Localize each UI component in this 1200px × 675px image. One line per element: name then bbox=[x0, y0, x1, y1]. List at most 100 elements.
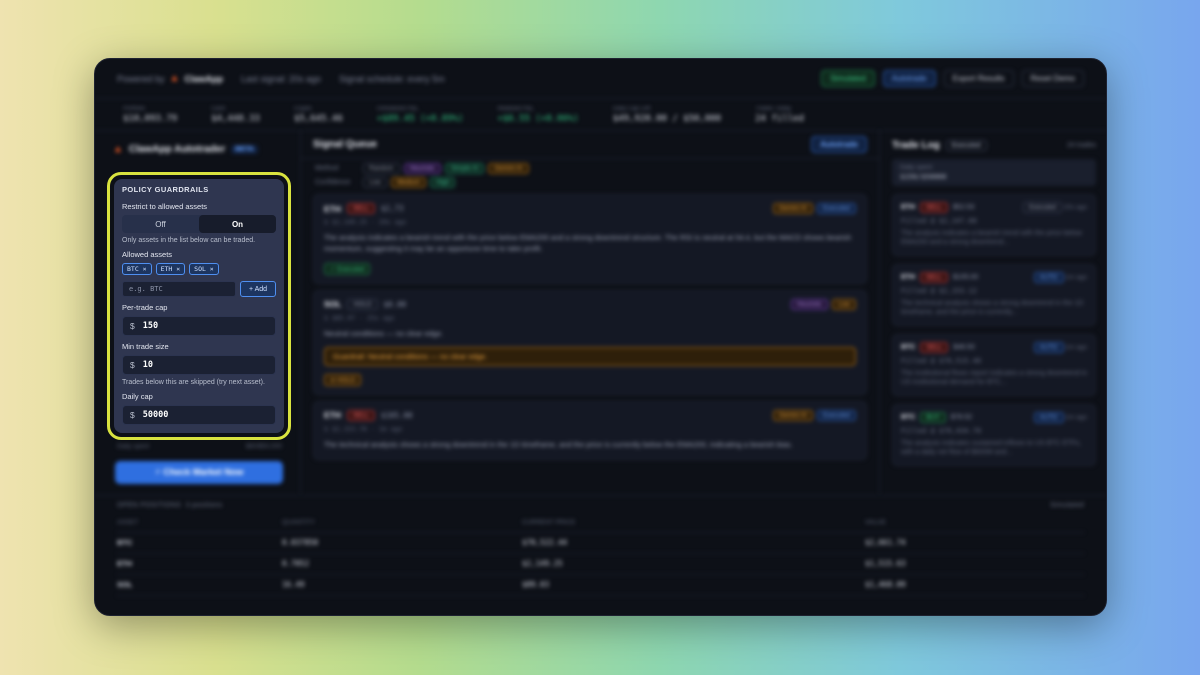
asset-chip-eth[interactable]: ETH × bbox=[155, 263, 186, 275]
signal-body: Neutral conditions — no clear edge. bbox=[324, 328, 444, 338]
col-value: VALUE bbox=[865, 514, 1084, 533]
trade-amount: $105.00 bbox=[952, 274, 979, 281]
cell-quantity: 0.037850 bbox=[282, 532, 522, 554]
trade-tag: AUTO bbox=[1033, 272, 1064, 283]
restrict-label: Restrict to allowed assets bbox=[122, 202, 208, 211]
trade-tag: AUTO bbox=[1033, 412, 1064, 423]
method-random[interactable]: Random bbox=[363, 163, 400, 174]
asset-chip-btc[interactable]: BTC × bbox=[122, 263, 152, 275]
cell-price: $70,522.44 bbox=[522, 532, 865, 554]
export-results-button[interactable]: Export Results bbox=[943, 70, 1014, 87]
daily-cap-value: 50000 bbox=[142, 410, 169, 420]
table-row[interactable]: BTC 0.037850 $70,522.44 $2,661.74 bbox=[117, 532, 1084, 554]
signal-action[interactable]: ✓ Executed bbox=[324, 262, 371, 275]
trade-log-item[interactable]: BTC BUY $78.52 AUTO 1m ago Filled @ $70,… bbox=[892, 404, 1096, 466]
daily-spent-label: Daily spent bbox=[900, 164, 933, 171]
confidence-medium[interactable]: Medium bbox=[390, 177, 427, 188]
allowed-assets-label: Allowed assets bbox=[122, 250, 173, 259]
trade-fill: Filled @ $2,153.12 bbox=[901, 287, 977, 295]
currency-symbol: $ bbox=[130, 360, 135, 370]
trade-side: SELL bbox=[920, 202, 948, 213]
trade-time: 1m ago bbox=[1065, 414, 1087, 421]
brand-name: ClawApp bbox=[184, 73, 223, 84]
trade-log-item[interactable]: ETH SELL $52.53 Executed 20s ago Filled … bbox=[892, 194, 1096, 256]
trade-tag: Executed bbox=[1022, 202, 1063, 213]
toggle-off[interactable]: Off bbox=[122, 215, 199, 233]
method-gemini-ai[interactable]: Gemini AI bbox=[488, 163, 529, 174]
signal-queue-title: Signal Queue bbox=[313, 139, 377, 150]
confidence-high[interactable]: High bbox=[430, 177, 456, 188]
signal-card[interactable]: ETH SELL $2,73 Gemini AI Executed $ $2,1… bbox=[313, 194, 867, 284]
trade-side: BUY bbox=[920, 412, 946, 423]
trade-log: Trade Log Executed 24 trades Daily spent… bbox=[892, 131, 1096, 493]
table-row[interactable]: ETH 0.7052 $2,149.25 $1,515.63 bbox=[117, 553, 1084, 575]
table-row[interactable]: SOL 16.49 $89.03 $1,468.09 bbox=[117, 574, 1084, 596]
add-asset-input[interactable]: e.g. BTC bbox=[122, 281, 236, 297]
cell-asset: SOL bbox=[117, 574, 282, 596]
signal-card[interactable]: ETH SELL $105.00 Gemini AI Executed $ $2… bbox=[313, 400, 867, 460]
trade-desc: The technical analysis shows a strong do… bbox=[901, 300, 1084, 317]
cell-value: $1,515.63 bbox=[865, 553, 1084, 575]
trade-time: 1m ago bbox=[1065, 274, 1087, 281]
signal-status-tag: Executed bbox=[816, 203, 856, 214]
trade-time: 1m ago bbox=[1065, 344, 1087, 351]
signal-symbol: ETH bbox=[324, 410, 341, 421]
stat-realized-pnl: Realized P&L +$6.55 (+0.06%) bbox=[497, 105, 579, 124]
trade-amount: $52.53 bbox=[952, 204, 975, 211]
trade-log-filter[interactable]: Executed bbox=[945, 139, 987, 151]
cell-asset: ETH bbox=[117, 553, 282, 575]
method-simple-ai[interactable]: Simple AI bbox=[444, 163, 485, 174]
toggle-on[interactable]: On bbox=[199, 215, 276, 233]
stat-crypto: Crypto $5,645.46 bbox=[293, 105, 343, 124]
confidence-label: Confidence bbox=[315, 179, 351, 186]
min-trade-size-input[interactable]: $ 10 bbox=[122, 355, 276, 375]
guardrails-highlight: POLICY GUARDRAILS Restrict to allowed as… bbox=[107, 172, 291, 440]
signal-action[interactable]: ⊘ HOLD bbox=[324, 373, 362, 386]
stat-portfolio: Portfolio $10,093.79 bbox=[123, 105, 178, 124]
last-signal: Last signal: 20s ago bbox=[240, 73, 322, 84]
trade-symbol: BTC bbox=[901, 344, 916, 351]
autotrade-toggle[interactable]: Autotrade bbox=[882, 70, 936, 87]
positions-count: 3 positions bbox=[185, 501, 223, 509]
stat-unrealized-pnl: Unrealized P&L +$89.45 (+0.89%) bbox=[376, 105, 464, 124]
simulated-toggle[interactable]: Simulated bbox=[821, 70, 875, 87]
cell-value: $2,661.74 bbox=[865, 532, 1084, 554]
app-window: Powered by ▲ ClawApp Last signal: 20s ag… bbox=[94, 58, 1107, 616]
signal-price: $105.00 bbox=[380, 410, 413, 420]
confidence-low[interactable]: Low bbox=[363, 177, 387, 188]
cell-quantity: 16.49 bbox=[282, 574, 522, 596]
trade-log-item[interactable]: ETH SELL $105.00 AUTO 1m ago Filled @ $2… bbox=[892, 264, 1096, 326]
min-trade-size-value: 10 bbox=[142, 360, 153, 370]
signal-queue: Signal Queue Autotrade Method Random Heu… bbox=[300, 131, 880, 493]
signal-sub: $ $2,149.25 · 20s ago bbox=[324, 218, 407, 226]
check-market-now-button[interactable]: ⚡ Check Market Now bbox=[115, 461, 283, 484]
per-trade-cap-input[interactable]: $ 150 bbox=[122, 316, 276, 336]
allowed-assets-list: BTC × ETH × SOL × bbox=[122, 263, 276, 275]
add-asset-button[interactable]: + Add bbox=[240, 281, 276, 297]
daily-cap-label: Daily cap bbox=[122, 392, 153, 401]
trade-log-item[interactable]: BTC SELL $48.50 AUTO 1m ago Filled @ $70… bbox=[892, 334, 1096, 396]
signal-side: SELL bbox=[347, 409, 375, 421]
autotrade-badge[interactable]: Autotrade bbox=[811, 136, 867, 153]
daily-cap-input[interactable]: $ 50000 bbox=[122, 405, 276, 425]
currency-symbol: $ bbox=[130, 410, 135, 420]
reset-demo-button[interactable]: Reset Demo bbox=[1021, 70, 1084, 87]
signal-symbol: SOL bbox=[324, 299, 342, 310]
method-heuristic[interactable]: Heuristic bbox=[403, 163, 441, 174]
signal-price: $0.00 bbox=[383, 299, 407, 309]
signal-card[interactable]: SOL HOLD $0.00 Heuristic Low $ $85.07 · … bbox=[313, 289, 867, 395]
cell-quantity: 0.7052 bbox=[282, 553, 522, 575]
signal-sub: $ $85.07 · 25s ago bbox=[324, 313, 395, 322]
trade-symbol: ETH bbox=[901, 204, 915, 211]
trade-symbol: BTC bbox=[901, 414, 916, 421]
trade-symbol: ETH bbox=[901, 274, 915, 281]
trade-side: SELL bbox=[920, 272, 948, 283]
trade-fill: Filled @ $70,434.70 bbox=[901, 427, 982, 435]
asset-chip-sol[interactable]: SOL × bbox=[189, 263, 219, 275]
restrict-toggle[interactable]: Off On bbox=[122, 215, 276, 233]
signal-status-tag: Executed bbox=[816, 409, 856, 421]
signal-sub: $ $2,153.76 · 1m ago bbox=[324, 424, 403, 433]
method-label: Method bbox=[315, 165, 339, 172]
stat-cash: Cash $4,448.33 bbox=[211, 105, 260, 124]
col-current-price: CURRENT PRICE bbox=[522, 514, 865, 533]
